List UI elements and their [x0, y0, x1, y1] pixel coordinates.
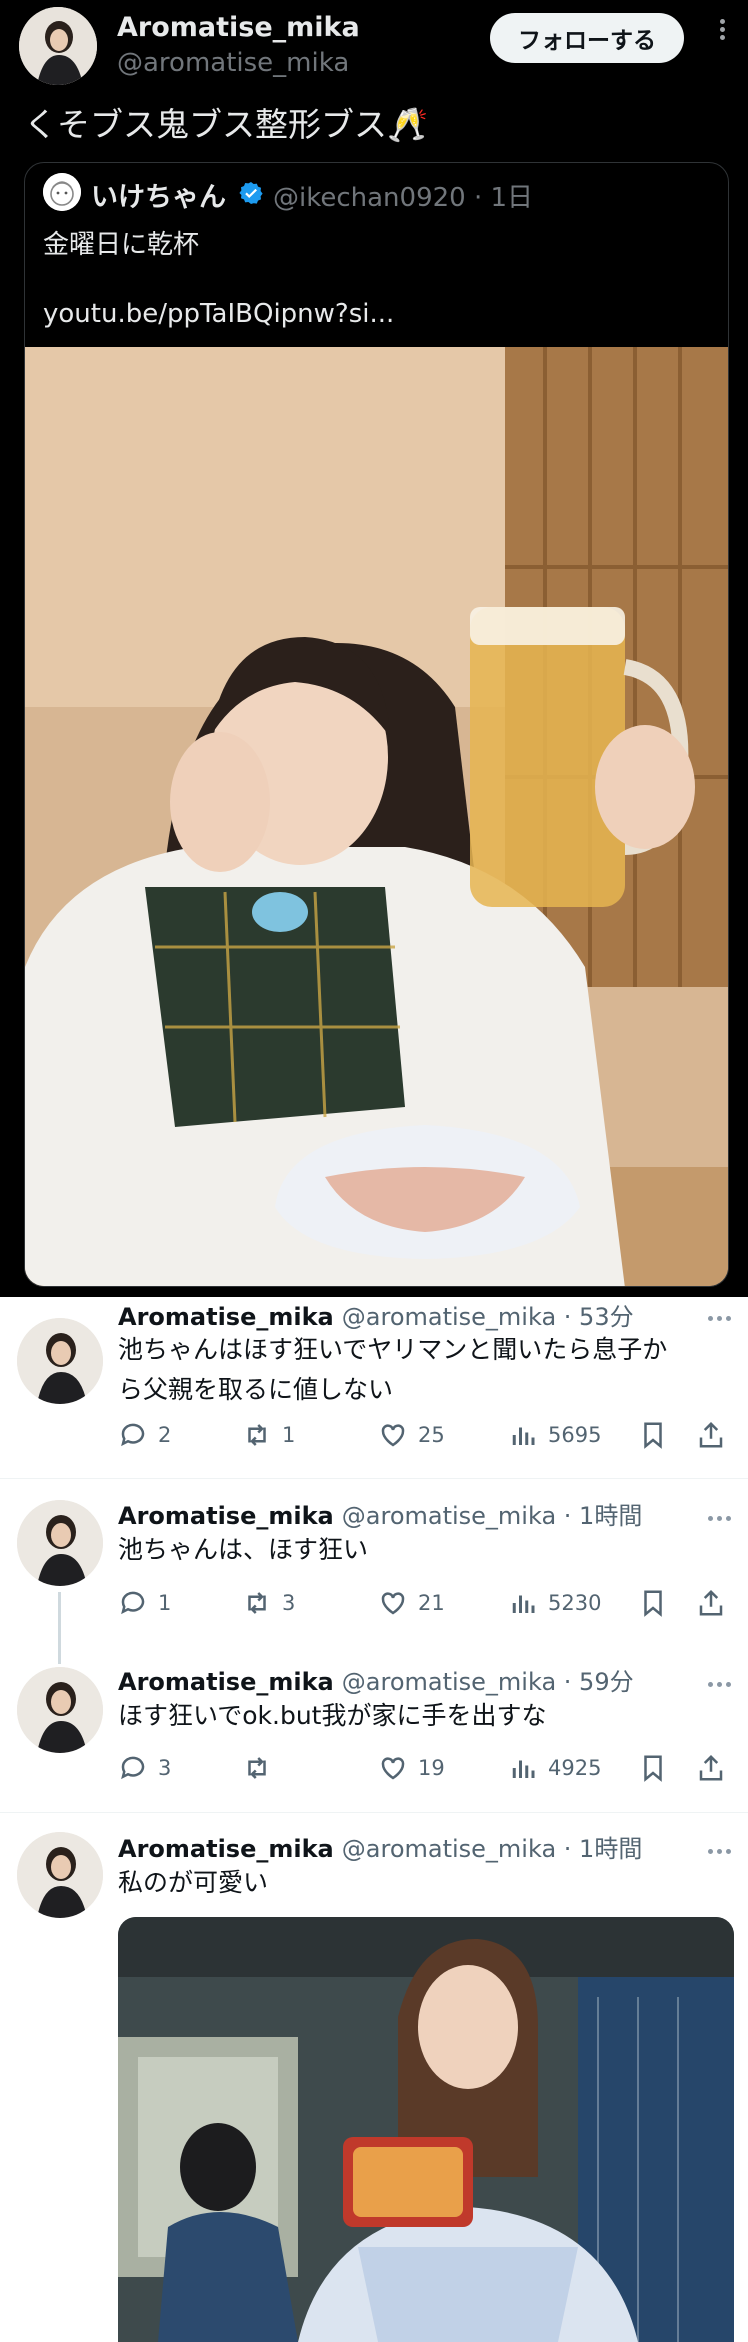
bar-chart-icon [512, 1595, 535, 1613]
bookmark-button[interactable] [638, 1583, 678, 1623]
quoted-handle-time: @ikechan0920 · 1日 [273, 183, 534, 213]
follow-button[interactable]: フォローする [490, 13, 684, 63]
more-options-icon[interactable] [708, 1306, 738, 1321]
reply-handle-time: @aromatise_mika · 1時間 [341, 1835, 643, 1863]
repost-count: 3 [282, 1591, 296, 1615]
reply-display-name[interactable]: Aromatise_mika [118, 1502, 334, 1530]
reply-text: 池ちゃんは、ほす狂い [118, 1530, 368, 1570]
reply-header: Aromatise_mika @aromatise_mika · 1時間 [118, 1829, 642, 1864]
share-button[interactable] [696, 1583, 736, 1623]
reply-header: Aromatise_mika @aromatise_mika · 53分 [118, 1297, 634, 1332]
reply-count: 2 [158, 1423, 172, 1447]
views-count: 5230 [548, 1591, 602, 1615]
heart-icon [381, 1757, 405, 1780]
reply-actions: 2 1 25 5695 [118, 1415, 728, 1455]
reply-header: Aromatise_mika @aromatise_mika · 1時間 [118, 1496, 642, 1531]
reply-text: 私のが可愛い [118, 1863, 268, 1903]
share-upload-icon [699, 1589, 723, 1616]
more-options-icon[interactable] [708, 1839, 738, 1854]
speech-bubble-icon [121, 1756, 145, 1780]
reply-actions: 1 3 21 5230 [118, 1583, 728, 1623]
like-button[interactable]: 21 [378, 1583, 445, 1623]
bookmark-icon [644, 1422, 662, 1449]
reply-photo[interactable] [118, 1917, 734, 2342]
bookmark-icon [644, 1590, 662, 1617]
share-upload-icon [699, 1421, 723, 1448]
views-count: 5695 [548, 1423, 602, 1447]
repost-count: 1 [282, 1423, 296, 1447]
divider [0, 1478, 748, 1479]
divider [0, 1812, 748, 1813]
like-button[interactable]: 19 [378, 1748, 445, 1788]
like-count: 21 [418, 1591, 445, 1615]
reply-handle-time: @aromatise_mika · 53分 [341, 1303, 634, 1331]
bar-chart-icon [512, 1427, 535, 1445]
repost-arrows-icon [248, 1757, 266, 1779]
speech-bubble-icon [121, 1591, 145, 1615]
reply-text-line: ほす狂いでok.but我が家に手を出すな [118, 1701, 547, 1730]
reply-avatar[interactable] [17, 1500, 103, 1586]
reply-display-name[interactable]: Aromatise_mika [118, 1835, 334, 1863]
bookmark-button[interactable] [638, 1748, 678, 1788]
reply-text-line: 私のが可愛い [118, 1868, 269, 1897]
reply-count: 1 [158, 1591, 172, 1615]
reply-avatar[interactable] [17, 1832, 103, 1918]
author-avatar[interactable] [19, 7, 97, 85]
heart-icon [381, 1424, 405, 1447]
more-options-icon[interactable] [708, 1672, 738, 1687]
bookmark-button[interactable] [638, 1415, 678, 1455]
share-upload-icon [699, 1754, 723, 1781]
views-button[interactable]: 5695 [508, 1415, 601, 1455]
quoted-post[interactable]: いけちゃん @ikechan0920 · 1日 金曜日に乾杯 youtu.be/… [24, 162, 729, 1287]
verified-badge-icon [239, 182, 263, 204]
repost-button[interactable]: 3 [242, 1583, 295, 1623]
quoted-text: 金曜日に乾杯 [43, 230, 200, 260]
author-handle[interactable]: @aromatise_mika [117, 48, 349, 78]
thread-connector [58, 1592, 61, 1664]
reply-text-line: 池ちゃんはほす狂いでヤリマンと聞いたら息子か [118, 1335, 668, 1364]
reply-button[interactable]: 2 [118, 1415, 171, 1455]
reply-avatar[interactable] [17, 1318, 103, 1404]
reply-header: Aromatise_mika @aromatise_mika · 59分 [118, 1662, 634, 1697]
reply-text-line: ら父親を取るに値しない [118, 1375, 394, 1404]
quoted-photo[interactable] [25, 347, 729, 1287]
quoted-link[interactable]: youtu.be/ppTaIBQipnw?si... [43, 299, 394, 329]
repost-arrows-icon [248, 1424, 266, 1446]
repost-button[interactable]: 1 [242, 1415, 295, 1455]
like-count: 25 [418, 1423, 445, 1447]
like-button[interactable]: 25 [378, 1415, 445, 1455]
reply-handle-time: @aromatise_mika · 59分 [341, 1668, 634, 1696]
bookmark-icon [644, 1755, 662, 1782]
speech-bubble-icon [121, 1423, 145, 1447]
reply-handle-time: @aromatise_mika · 1時間 [341, 1502, 643, 1530]
reply-text: ほす狂いでok.but我が家に手を出すな [118, 1696, 547, 1736]
more-options-icon[interactable] [708, 1506, 738, 1521]
more-options-icon[interactable] [712, 16, 732, 56]
author-display-name[interactable]: Aromatise_mika [117, 12, 360, 43]
heart-icon [381, 1592, 405, 1615]
reply-button[interactable]: 3 [118, 1748, 171, 1788]
reply-button[interactable]: 1 [118, 1583, 171, 1623]
quoted-author-avatar[interactable] [43, 173, 81, 211]
reply-text: 池ちゃんはほす狂いでヤリマンと聞いたら息子か ら父親を取るに値しない [118, 1330, 667, 1410]
share-button[interactable] [696, 1415, 736, 1455]
like-count: 19 [418, 1756, 445, 1780]
post-text: くそブス鬼ブス整形ブス🥂 [24, 105, 429, 144]
reply-display-name[interactable]: Aromatise_mika [118, 1668, 334, 1696]
reply-text-line: 池ちゃんは、ほす狂い [118, 1535, 369, 1564]
quote-post-card: Aromatise_mika @aromatise_mika フォローする くそ… [0, 0, 748, 1297]
repost-button[interactable] [242, 1748, 282, 1788]
views-button[interactable]: 5230 [508, 1583, 601, 1623]
views-count: 4925 [548, 1756, 602, 1780]
reply-display-name[interactable]: Aromatise_mika [118, 1303, 334, 1331]
bar-chart-icon [512, 1760, 535, 1778]
reply-avatar[interactable] [17, 1667, 103, 1753]
repost-arrows-icon [248, 1592, 266, 1614]
reply-count: 3 [158, 1756, 172, 1780]
views-button[interactable]: 4925 [508, 1748, 601, 1788]
share-button[interactable] [696, 1748, 736, 1788]
reply-actions: 3 19 4925 [118, 1748, 728, 1788]
quoted-author-name[interactable]: いけちゃん [91, 175, 226, 214]
